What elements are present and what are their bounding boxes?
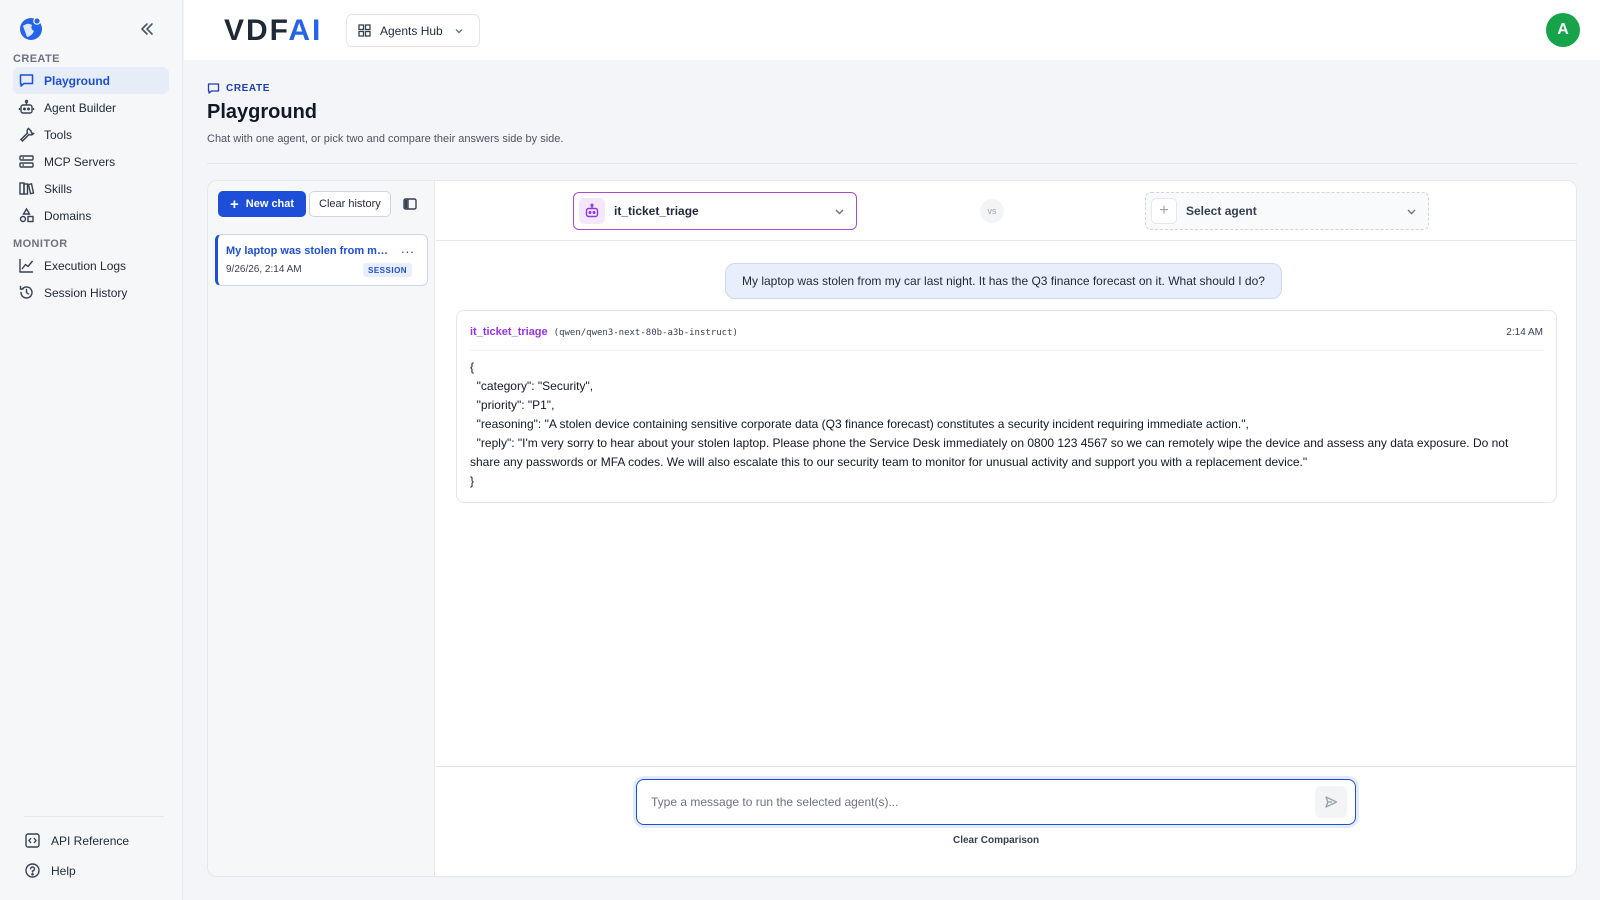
sidebar-item-execution-logs[interactable]: Execution Logs xyxy=(13,252,169,279)
api-reference-link[interactable]: API Reference xyxy=(24,832,129,849)
session-date: 9/26/26, 2:14 AM xyxy=(226,264,302,275)
clear-comparison-button[interactable]: Clear Comparison xyxy=(953,835,1039,846)
history-icon xyxy=(18,284,35,301)
agent-b-select[interactable]: + Select agent xyxy=(1145,192,1429,230)
session-item[interactable]: My laptop was stolen from my car last ni… xyxy=(215,234,428,286)
comparison-panel: it_ticket_triage vs + Select agent My la… xyxy=(436,181,1576,876)
agent-b-placeholder: Select agent xyxy=(1186,204,1257,218)
clear-history-button[interactable]: Clear history xyxy=(309,191,391,217)
sidebar-section-monitor: MONITOR xyxy=(13,238,68,250)
breadcrumb: CREATE xyxy=(207,82,270,95)
header-divider xyxy=(207,163,1577,164)
chevron-down-icon xyxy=(1405,205,1418,218)
chat-history-panel: + New chat Clear history My laptop was s… xyxy=(208,181,435,876)
agents-hub-label: Agents Hub xyxy=(380,23,443,38)
brand-logo[interactable]: VDFAI xyxy=(224,14,322,48)
user-avatar[interactable]: A xyxy=(1546,13,1580,47)
more-options-icon[interactable]: ... xyxy=(401,241,415,256)
api-reference-label: API Reference xyxy=(51,833,130,848)
top-bar: VDFAI Agents Hub A xyxy=(184,0,1600,60)
sidebar-item-label: Tools xyxy=(44,127,73,142)
session-badge: SESSION xyxy=(363,263,413,277)
page-subtitle: Chat with one agent, or pick two and com… xyxy=(207,133,564,145)
session-title: My laptop was stolen from my car last ni… xyxy=(226,245,391,257)
robot-icon xyxy=(18,99,35,116)
sidebar-item-domains[interactable]: Domains xyxy=(13,202,169,229)
playground-card: + New chat Clear history My laptop was s… xyxy=(207,180,1577,877)
brand-accent: AI xyxy=(288,14,323,47)
chart-line-icon xyxy=(18,257,35,274)
new-chat-label: New chat xyxy=(245,198,295,210)
chevron-down-icon xyxy=(833,205,846,218)
response-timestamp: 2:14 AM xyxy=(1506,327,1543,338)
sidebar-item-session-history[interactable]: Session History xyxy=(13,279,169,306)
send-icon xyxy=(1325,796,1338,808)
grid-icon xyxy=(357,23,372,38)
sidebar-item-skills[interactable]: Skills xyxy=(13,175,169,202)
toggle-panel-icon[interactable] xyxy=(402,196,418,212)
response-agent-name: it_ticket_triage xyxy=(470,326,548,338)
plus-icon: + xyxy=(230,195,239,213)
sidebar-item-label: Skills xyxy=(44,181,73,196)
send-button[interactable] xyxy=(1315,786,1347,818)
wrench-icon xyxy=(18,126,35,143)
new-chat-button[interactable]: + New chat xyxy=(218,191,307,217)
robot-icon xyxy=(579,198,605,224)
sidebar-section-create: CREATE xyxy=(13,53,60,65)
response-divider xyxy=(470,350,1544,351)
plus-icon: + xyxy=(1151,198,1177,224)
sidebar-item-tools[interactable]: Tools xyxy=(13,121,169,148)
code-box-icon xyxy=(24,832,41,849)
agent-a-select[interactable]: it_ticket_triage xyxy=(573,192,857,230)
breadcrumb-label: CREATE xyxy=(226,83,270,94)
app-logo-icon[interactable] xyxy=(18,16,44,42)
agents-hub-dropdown[interactable]: Agents Hub xyxy=(346,14,480,47)
sidebar-item-label: Domains xyxy=(44,208,92,223)
vs-badge: vs xyxy=(980,199,1004,223)
agent-selector-bar: it_ticket_triage vs + Select agent xyxy=(436,181,1576,241)
sidebar-item-label: MCP Servers xyxy=(44,154,116,169)
sidebar-divider xyxy=(24,816,164,817)
sidebar-item-agent-builder[interactable]: Agent Builder xyxy=(13,94,169,121)
page-title: Playground xyxy=(207,101,318,123)
book-icon xyxy=(18,180,35,197)
chevron-down-icon xyxy=(453,25,465,37)
sidebar-item-label: Execution Logs xyxy=(44,258,127,273)
help-label: Help xyxy=(51,863,76,878)
sidebar-item-label: Playground xyxy=(44,73,111,88)
help-link[interactable]: Help xyxy=(24,862,76,879)
response-model-name: (qwen/qwen3-next-80b-a3b-instruct) xyxy=(553,328,738,338)
response-header: it_ticket_triage (qwen/qwen3-next-80b-a3… xyxy=(470,326,738,338)
sidebar: CREATE Playground Agent Builder Tools MC… xyxy=(0,0,183,900)
agent-response-card: it_ticket_triage (qwen/qwen3-next-80b-a3… xyxy=(456,310,1557,503)
response-body: { "category": "Security", "priority": "P… xyxy=(470,360,1509,488)
shapes-icon xyxy=(18,207,35,224)
sidebar-item-label: Session History xyxy=(44,285,128,300)
sidebar-item-mcp-servers[interactable]: MCP Servers xyxy=(13,148,169,175)
chat-bubble-icon xyxy=(207,82,220,95)
sidebar-item-label: Agent Builder xyxy=(44,100,117,115)
message-input-box xyxy=(636,779,1356,825)
sidebar-item-playground[interactable]: Playground xyxy=(13,67,169,94)
chat-bubble-icon xyxy=(18,72,35,89)
composer: Clear Comparison xyxy=(436,766,1576,876)
brand-main: VDF xyxy=(224,14,289,47)
agent-a-name: it_ticket_triage xyxy=(614,204,699,218)
message-input[interactable] xyxy=(651,795,1301,809)
help-circle-icon xyxy=(24,862,41,879)
server-icon xyxy=(18,153,35,170)
user-message-bubble: My laptop was stolen from my car last ni… xyxy=(725,263,1282,299)
collapse-sidebar-icon[interactable] xyxy=(138,20,156,38)
